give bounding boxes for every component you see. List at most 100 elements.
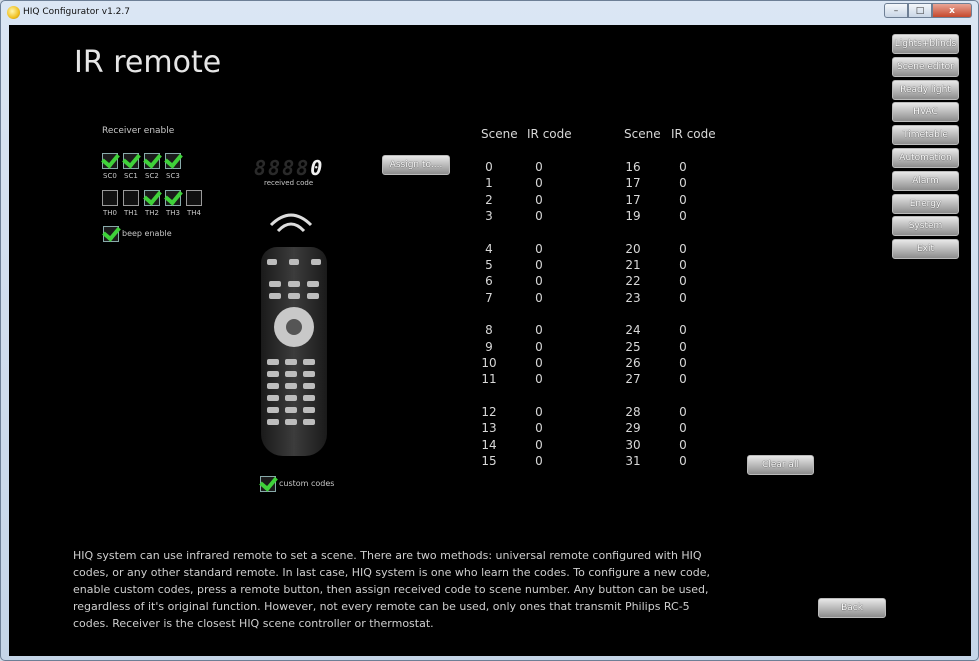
beep-enable-checkbox[interactable] [103, 226, 119, 242]
scene-number: 15 [481, 454, 497, 468]
window-title: HIQ Configurator v1.2.7 [23, 7, 130, 17]
receiver-th2-checkbox[interactable] [144, 190, 160, 206]
receiver-th1-label: TH1 [124, 209, 138, 217]
ir-code: 0 [679, 356, 687, 370]
scene-number: 2 [485, 192, 493, 207]
ir-code: 0 [535, 356, 543, 370]
nav-hvac-button[interactable]: HVAC [892, 102, 959, 123]
scene-number: 1 [485, 176, 493, 191]
ir-code: 0 [679, 258, 687, 272]
ir-code: 0 [535, 454, 543, 468]
minimize-button[interactable]: – [884, 3, 908, 18]
ir-code: 0 [535, 323, 543, 338]
ir-code: 0 [679, 339, 687, 354]
display-digit: 0 [310, 156, 323, 180]
nav-system-button[interactable]: System [892, 216, 959, 237]
header-scene-right: Scene [624, 127, 661, 141]
scene-number: 20 [625, 241, 641, 256]
scene-number: 0 [485, 160, 493, 174]
ir-code: 0 [679, 209, 687, 224]
receiver-th4-checkbox[interactable] [186, 190, 202, 206]
nav-timetable-button[interactable]: Timetable [892, 125, 959, 146]
ir-code: 0 [679, 404, 687, 419]
back-button[interactable]: Back [818, 598, 886, 618]
scene-number: 31 [625, 454, 641, 468]
ir-code: 0 [535, 209, 543, 224]
scene-number: 9 [485, 339, 493, 354]
receiver-th3-label: TH3 [166, 209, 180, 217]
ir-code: 0 [679, 160, 687, 174]
receiver-sc2-checkbox[interactable] [144, 153, 160, 169]
ir-signal-icon [269, 213, 313, 233]
receiver-enable-label: Receiver enable [102, 126, 175, 136]
title-bar[interactable]: HIQ Configurator v1.2.7 – □ x [1, 1, 978, 25]
scene-number: 28 [625, 404, 641, 419]
ir-code: 0 [679, 290, 687, 305]
ir-code: 0 [535, 290, 543, 305]
ir-code: 0 [679, 176, 687, 191]
custom-codes-checkbox[interactable] [260, 476, 276, 492]
receiver-sc0-checkbox[interactable] [102, 153, 118, 169]
beep-enable-label: beep enable [122, 229, 172, 238]
clear-all-button[interactable]: Clear all [747, 455, 814, 475]
nav-energy-button[interactable]: Energy [892, 193, 959, 214]
maximize-button[interactable]: □ [908, 3, 932, 18]
receiver-th2-label: TH2 [145, 209, 159, 217]
ir-code: 0 [679, 437, 687, 452]
receiver-th3-checkbox[interactable] [165, 190, 181, 206]
description-text: HIQ system can use infrared remote to se… [73, 549, 710, 630]
scene-number: 17 [625, 176, 641, 191]
nav-automation-button[interactable]: Automation [892, 148, 959, 168]
receiver-th4-label: TH4 [187, 209, 201, 217]
ir-code: 0 [535, 274, 543, 289]
scene-number: 17 [625, 192, 641, 207]
nav-lights-blinds-button[interactable]: Lights+blinds [892, 34, 959, 54]
scene-number: 19 [625, 209, 641, 224]
ir-code: 0 [535, 372, 543, 387]
received-code-label: received code [264, 179, 314, 187]
receiver-sc1-checkbox[interactable] [123, 153, 139, 169]
scene-number: 3 [485, 209, 493, 224]
close-button[interactable]: x [932, 3, 972, 18]
scene-number: 12 [481, 404, 497, 419]
display-digit: 8 [282, 156, 295, 180]
ir-code: 0 [535, 258, 543, 272]
ir-code: 0 [535, 339, 543, 354]
receiver-sc3-checkbox[interactable] [165, 153, 181, 169]
receiver-sc3-label: SC3 [166, 172, 180, 180]
display-digit: 8 [268, 156, 281, 180]
scene-number: 10 [481, 356, 497, 370]
scene-number: 29 [625, 421, 641, 436]
ir-code: 0 [535, 176, 543, 191]
page-title: IR remote [74, 45, 222, 80]
ir-code: 0 [679, 421, 687, 436]
ir-code: 0 [535, 421, 543, 436]
ir-code: 0 [535, 404, 543, 419]
receiver-th1-checkbox[interactable] [123, 190, 139, 206]
ir-code: 0 [679, 192, 687, 207]
scene-number: 27 [625, 372, 641, 387]
scene-number: 30 [625, 437, 641, 452]
receiver-sc1-label: SC1 [124, 172, 138, 180]
scene-number: 22 [625, 274, 641, 289]
scene-number: 14 [481, 437, 497, 452]
header-ircode-left: IR code [527, 127, 572, 141]
scene-number: 26 [625, 356, 641, 370]
receiver-th0-checkbox[interactable] [102, 190, 118, 206]
ir-code: 0 [679, 323, 687, 338]
ir-code: 0 [535, 192, 543, 207]
ir-code: 0 [535, 437, 543, 452]
receiver-th0-label: TH0 [103, 209, 117, 217]
nav-alarm-button[interactable]: Alarm [892, 170, 959, 191]
ir-code: 0 [679, 454, 687, 468]
scene-number: 24 [625, 323, 641, 338]
nav-exit-button[interactable]: Exit [892, 239, 959, 260]
custom-codes-label: custom codes [279, 479, 335, 488]
scene-number: 23 [625, 290, 641, 305]
nav-scene-editor-button[interactable]: Scene editor [892, 56, 959, 77]
receiver-sc0-label: SC0 [103, 172, 117, 180]
scene-number: 16 [625, 160, 641, 174]
assign-to-button[interactable]: Assign to.... [382, 155, 450, 175]
scene-number: 11 [481, 372, 497, 387]
nav-ready-light-button[interactable]: Ready light [892, 79, 959, 100]
